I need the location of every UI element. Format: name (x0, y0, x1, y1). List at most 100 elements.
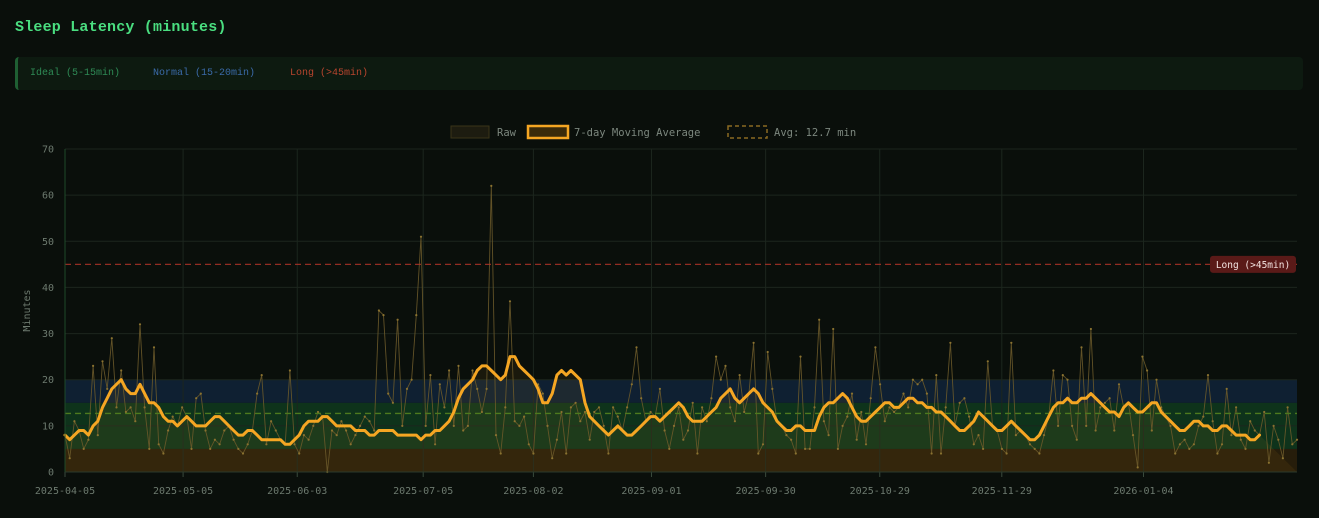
raw-point (171, 415, 174, 418)
raw-point (1085, 424, 1088, 427)
raw-point (705, 420, 708, 423)
raw-point (246, 443, 249, 446)
raw-point (907, 406, 910, 409)
raw-point (738, 374, 741, 377)
raw-point (218, 443, 221, 446)
raw-point (1057, 424, 1060, 427)
raw-point (162, 452, 165, 455)
x-tick-label: 2026-01-04 (1113, 486, 1173, 497)
x-tick-label: 2025-06-03 (267, 486, 327, 497)
raw-point (785, 434, 788, 437)
raw-point (396, 318, 399, 321)
raw-point (1094, 429, 1097, 432)
raw-point (448, 369, 451, 372)
raw-point (138, 323, 142, 326)
raw-point (73, 420, 76, 423)
raw-point (733, 420, 737, 423)
raw-point (574, 401, 577, 404)
raw-point (939, 452, 943, 455)
raw-point (1206, 374, 1210, 377)
raw-point (902, 392, 905, 395)
raw-point (602, 424, 605, 427)
raw-point (1183, 438, 1186, 441)
zone-normal (65, 379, 1297, 403)
raw-point (415, 314, 418, 317)
raw-point (1141, 355, 1144, 358)
raw-point (120, 369, 123, 372)
raw-point (508, 300, 512, 303)
raw-point (986, 360, 989, 363)
raw-point (569, 406, 573, 409)
raw-point (850, 392, 854, 395)
raw-point (241, 452, 245, 455)
raw-point (1113, 429, 1116, 432)
raw-point (190, 447, 193, 450)
raw-point (513, 420, 516, 423)
raw-point (635, 346, 638, 349)
raw-point (1061, 374, 1064, 377)
raw-point (701, 406, 704, 409)
raw-point (963, 397, 966, 400)
raw-point (1220, 443, 1224, 446)
raw-point (1295, 438, 1299, 441)
raw-point (387, 392, 390, 395)
raw-point (958, 401, 961, 404)
raw-point (345, 429, 348, 432)
raw-point (260, 374, 263, 377)
raw-point (195, 397, 198, 400)
raw-point (715, 355, 718, 358)
raw-point (612, 406, 615, 409)
raw-point (841, 424, 844, 427)
raw-point (504, 406, 507, 409)
raw-point (588, 438, 591, 441)
raw-point (1089, 327, 1092, 331)
raw-point (312, 424, 315, 427)
raw-point (668, 447, 671, 450)
raw-point (677, 406, 680, 409)
raw-point (518, 424, 521, 427)
raw-point (527, 443, 530, 446)
raw-point (424, 424, 427, 427)
raw-point (377, 309, 380, 312)
y-tick-label: 0 (48, 468, 54, 479)
raw-point (696, 452, 699, 455)
raw-point (96, 434, 99, 437)
raw-point (106, 387, 109, 390)
raw-point (832, 327, 835, 331)
raw-point (921, 378, 924, 381)
raw-point (1277, 438, 1280, 441)
raw-point (883, 420, 886, 423)
raw-point (462, 429, 465, 432)
x-tick-label: 2025-10-29 (850, 486, 910, 497)
raw-point (1267, 461, 1270, 464)
raw-point (869, 397, 872, 400)
raw-point (846, 415, 849, 418)
raw-point (270, 420, 273, 423)
y-axis-label: Minutes (22, 289, 33, 331)
raw-point (349, 443, 352, 446)
raw-point (1263, 410, 1266, 414)
raw-point (293, 443, 296, 446)
raw-point (1192, 443, 1195, 446)
raw-point (181, 406, 184, 409)
x-tick-label: 2025-11-29 (972, 486, 1032, 497)
raw-point (382, 314, 385, 317)
raw-point (752, 341, 755, 344)
raw-point (1188, 447, 1191, 450)
raw-point (298, 452, 301, 455)
raw-point (1099, 406, 1102, 409)
raw-point (1155, 378, 1158, 381)
raw-point (157, 443, 160, 446)
raw-point (1080, 346, 1083, 349)
raw-point (1249, 420, 1252, 423)
raw-point (1286, 406, 1289, 409)
raw-point (855, 438, 858, 441)
raw-point (658, 387, 662, 390)
raw-point (523, 415, 526, 418)
raw-point (1103, 401, 1106, 404)
raw-point (471, 369, 474, 372)
raw-point (982, 447, 985, 450)
raw-point (232, 438, 235, 441)
legend-ma-label: 7-day Moving Average (574, 127, 700, 139)
x-tick-label: 2025-04-05 (35, 486, 95, 497)
